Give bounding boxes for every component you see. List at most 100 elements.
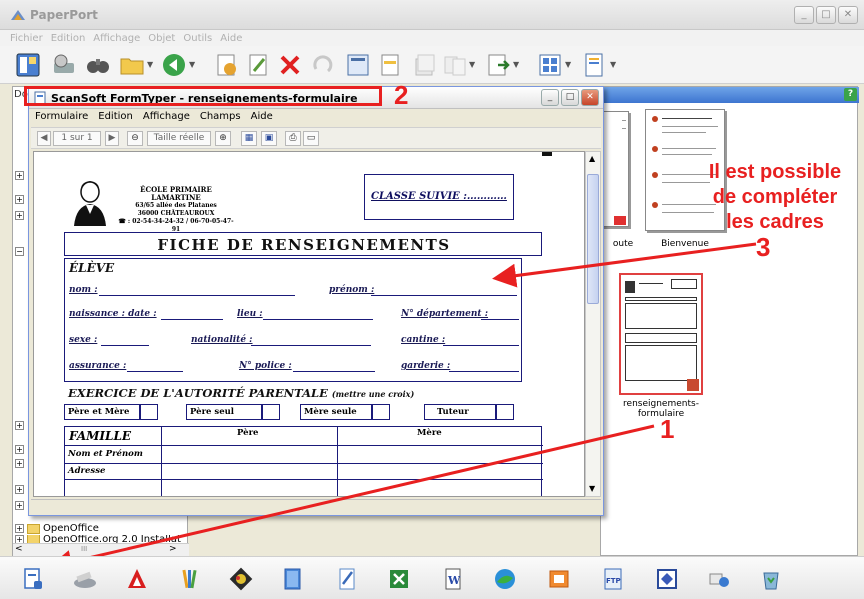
field-garderie-input[interactable] (449, 371, 519, 372)
menu-edition[interactable]: Edition (98, 111, 133, 122)
famille-pere-nom-field[interactable] (163, 447, 335, 461)
view-page-icon[interactable] (344, 51, 372, 79)
tree-node[interactable]: + (15, 445, 24, 454)
formtyper-close-button[interactable]: ✕ (581, 89, 599, 106)
expand-icon[interactable]: + (15, 459, 24, 468)
delete-icon[interactable] (276, 51, 304, 79)
form-vertical-scrollbar[interactable]: ▲ ▼ (585, 151, 601, 497)
paint-icon[interactable] (176, 566, 202, 592)
menu-affichage[interactable]: Affichage (143, 111, 190, 122)
search-binoculars-icon[interactable] (84, 51, 112, 79)
tree-node[interactable]: + (15, 211, 24, 220)
scroll-thumb[interactable] (587, 174, 599, 304)
zoom-select[interactable]: Taille réelle (147, 131, 211, 146)
scan-icon[interactable] (50, 51, 78, 79)
annotate-icon[interactable] (376, 51, 404, 79)
acrobat-icon[interactable] (124, 566, 150, 592)
form-document-view[interactable]: ÉCOLE PRIMAIRE LAMARTINE 63/65 allée des… (33, 151, 585, 497)
expand-icon[interactable]: + (15, 535, 24, 543)
prev-page-button[interactable]: ◀ (37, 131, 51, 146)
field-police-input[interactable] (293, 371, 375, 372)
formtyper-minimize-button[interactable]: _ (541, 89, 559, 106)
expand-icon[interactable]: + (15, 421, 24, 430)
choice-mere-seule-checkbox[interactable] (372, 404, 390, 420)
menu-champs[interactable]: Champs (200, 111, 241, 122)
expand-icon[interactable]: + (15, 445, 24, 454)
fit-page-icon[interactable]: ▦ (241, 131, 257, 146)
viewer-icon[interactable] (654, 566, 680, 592)
field-nationalite-input[interactable] (251, 345, 371, 346)
excel-icon[interactable] (386, 566, 412, 592)
notepad-icon[interactable] (334, 566, 360, 592)
minimize-button[interactable]: _ (794, 6, 814, 24)
menu-aide[interactable]: Aide (251, 111, 273, 122)
field-cantine-input[interactable] (443, 345, 519, 346)
photo-icon[interactable] (228, 566, 254, 592)
mail-icon[interactable] (706, 566, 732, 592)
paperport-doc-icon[interactable] (20, 566, 46, 592)
field-departement-input[interactable] (481, 319, 519, 320)
tree-node[interactable]: + (15, 171, 24, 180)
page-view-icon[interactable] (580, 51, 608, 79)
choice-tuteur-checkbox[interactable] (496, 404, 514, 420)
expand-icon[interactable]: + (15, 211, 24, 220)
thumbnail-view-icon[interactable] (536, 51, 564, 79)
save-icon[interactable]: ▭ (303, 131, 319, 146)
scroll-right-icon[interactable]: > (169, 544, 177, 554)
recycle-icon[interactable] (758, 566, 784, 592)
menu-affichage[interactable]: Affichage (93, 33, 140, 44)
send-to-dropdown-icon[interactable]: ▼ (513, 60, 519, 69)
thumbnail-renseignements-formulaire[interactable] (619, 273, 703, 395)
tree-node[interactable]: − (15, 247, 24, 256)
tree-item-openoffice-installat[interactable]: + OpenOffice.org 2.0 Installat (15, 535, 181, 543)
field-prenom-input[interactable] (371, 295, 517, 296)
folder-dropdown-icon[interactable]: ▼ (147, 60, 153, 69)
stack-icon[interactable] (410, 51, 438, 79)
send-to-icon[interactable] (484, 51, 512, 79)
tree-node[interactable]: + (15, 459, 24, 468)
horizontal-scrollbar[interactable]: < III > (13, 543, 189, 556)
expand-icon[interactable]: + (15, 501, 24, 510)
menu-fichier[interactable]: Fichier (10, 33, 43, 44)
scroll-grip[interactable]: III (81, 545, 87, 553)
scanner-icon[interactable] (72, 566, 98, 592)
field-assurance-input[interactable] (127, 371, 183, 372)
scroll-left-icon[interactable]: < (15, 544, 23, 554)
folder-icon[interactable] (118, 51, 146, 79)
collapse-icon[interactable]: − (15, 247, 24, 256)
page-view-dropdown-icon[interactable]: ▼ (610, 60, 616, 69)
tree-node[interactable]: + (15, 195, 24, 204)
field-date-input[interactable] (161, 319, 223, 320)
maximize-button[interactable]: □ (816, 6, 836, 24)
browser-icon[interactable] (492, 566, 518, 592)
page-import-icon[interactable] (212, 51, 240, 79)
choice-pere-et-mere-checkbox[interactable] (140, 404, 158, 420)
back-arrow-icon[interactable] (160, 51, 188, 79)
tree-node[interactable]: + (15, 421, 24, 430)
unstack-dropdown-icon[interactable]: ▼ (469, 60, 475, 69)
menu-formulaire[interactable]: Formulaire (35, 111, 88, 122)
page-indicator[interactable]: 1 sur 1 (53, 131, 101, 146)
help-icon[interactable]: ? (844, 88, 857, 101)
unstack-icon[interactable] (440, 51, 468, 79)
field-nom-input[interactable] (99, 295, 295, 296)
choice-pere-seul-checkbox[interactable] (262, 404, 280, 420)
menu-objet[interactable]: Objet (148, 33, 175, 44)
expand-icon[interactable]: + (15, 171, 24, 180)
field-lieu-input[interactable] (263, 319, 373, 320)
famille-mere-nom-field[interactable] (339, 447, 539, 461)
page-edit-icon[interactable] (244, 51, 272, 79)
tree-node[interactable]: + (15, 501, 24, 510)
tree-item-openoffice[interactable]: + OpenOffice (15, 523, 99, 534)
ftp-icon[interactable]: FTP (600, 566, 626, 592)
book-icon[interactable] (280, 566, 306, 592)
tree-node[interactable]: + (15, 485, 24, 494)
menu-aide[interactable]: Aide (220, 33, 242, 44)
desktop-view-icon[interactable] (14, 51, 42, 79)
back-dropdown-icon[interactable]: ▼ (189, 60, 195, 69)
close-button[interactable]: ✕ (838, 6, 858, 24)
next-page-button[interactable]: ▶ (105, 131, 119, 146)
scroll-down-icon[interactable]: ▼ (589, 484, 595, 493)
expand-icon[interactable]: + (15, 195, 24, 204)
scroll-up-icon[interactable]: ▲ (589, 154, 595, 163)
